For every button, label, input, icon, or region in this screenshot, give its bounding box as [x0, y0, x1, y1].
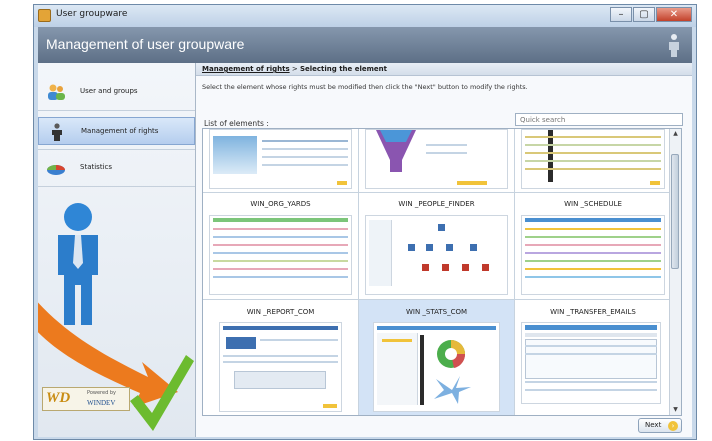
next-arrow-icon: › [668, 421, 678, 431]
title-bar: User groupware – ▢ ✕ [34, 5, 696, 27]
app-window: User groupware – ▢ ✕ Management of user … [33, 4, 697, 440]
main-content: Management of rights > Selecting the ele… [196, 63, 692, 437]
element-tile[interactable]: WIN _REPORT_COM [203, 300, 359, 415]
element-thumbnail [373, 322, 500, 412]
instruction-text: Select the element whose rights must be … [202, 83, 528, 91]
element-tile[interactable] [515, 129, 672, 193]
scroll-up-arrow-icon[interactable]: ▲ [670, 129, 681, 139]
windev-logo: WD Powered by WINDEV [42, 387, 130, 411]
element-thumbnail [219, 322, 342, 412]
figure-icon [52, 123, 62, 141]
element-thumbnail [209, 129, 352, 189]
element-thumbnail [521, 215, 665, 295]
element-tile[interactable]: WIN _SCHEDULE [515, 193, 672, 300]
element-title: WIN _SCHEDULE [564, 200, 622, 208]
users-icon [48, 84, 65, 100]
breadcrumb: Management of rights > Selecting the ele… [196, 63, 692, 76]
element-thumbnail [209, 215, 352, 295]
element-thumbnail [365, 129, 508, 189]
logo-initials: WD [46, 390, 71, 406]
logo-product: WINDEV [87, 399, 116, 407]
list-label: List of elements : [204, 119, 269, 128]
breadcrumb-link[interactable]: Management of rights [202, 65, 290, 73]
element-thumbnail [521, 129, 665, 189]
breadcrumb-current: Selecting the element [299, 65, 387, 73]
element-title: WIN_ORG_YARDS [250, 200, 311, 208]
next-button[interactable]: Next › [638, 418, 682, 433]
sidebar-item-label: Statistics [80, 163, 112, 171]
close-button[interactable]: ✕ [656, 7, 692, 22]
element-title: WIN _STATS_COM [405, 308, 468, 316]
element-title: WIN _PEOPLE_FINDER [398, 200, 475, 208]
pie-chart-icon [47, 165, 65, 175]
search-input[interactable] [515, 113, 683, 126]
scroll-thumb[interactable] [671, 154, 679, 269]
sidebar-item-label: Management of rights [81, 127, 159, 135]
sidebar: User and groups Management of rights Sta… [38, 63, 196, 437]
page-title: Management of user groupware [46, 36, 245, 52]
next-button-label: Next [645, 421, 662, 429]
element-thumbnail [365, 215, 508, 295]
element-tile[interactable]: WIN _PEOPLE_FINDER [359, 193, 515, 300]
element-tile[interactable]: WIN_ORG_YARDS [203, 193, 359, 300]
element-tile-selected[interactable]: WIN _STATS_COM [359, 300, 515, 415]
sidebar-item-label: User and groups [80, 87, 138, 95]
page-header: Management of user groupware [38, 27, 692, 63]
figure-icon [669, 34, 679, 57]
element-tile[interactable]: WIN _TRANSFER_EMAILS [515, 300, 672, 415]
element-tile[interactable] [359, 129, 515, 193]
sidebar-item-rights[interactable]: Management of rights [38, 117, 195, 145]
sidebar-item-users[interactable]: User and groups [38, 78, 195, 106]
app-icon [38, 9, 51, 22]
grid-scrollbar[interactable]: ▲ ▼ [669, 129, 681, 415]
element-title: WIN _TRANSFER_EMAILS [550, 308, 636, 316]
maximize-button[interactable]: ▢ [633, 7, 655, 22]
minimize-button[interactable]: – [610, 7, 632, 22]
logo-powered-by: Powered by [87, 390, 116, 396]
scroll-down-arrow-icon[interactable]: ▼ [670, 405, 681, 415]
element-tile[interactable] [203, 129, 359, 193]
element-title: WIN _REPORT_COM [246, 308, 315, 316]
window-title: User groupware [56, 9, 128, 19]
element-thumbnail [521, 322, 661, 404]
sidebar-item-statistics[interactable]: Statistics [38, 154, 195, 182]
breadcrumb-separator: > [289, 65, 300, 73]
elements-grid: WIN_ORG_YARDS WIN _PEOPLE_FINDER WIN _SC… [202, 128, 682, 416]
